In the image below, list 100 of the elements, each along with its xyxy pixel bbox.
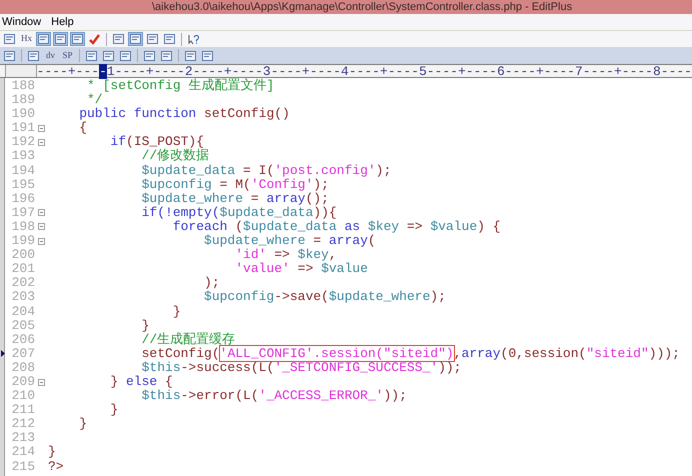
fold-toggle-icon[interactable] xyxy=(38,138,45,146)
code-line: } xyxy=(172,304,181,319)
toolbar-button[interactable] xyxy=(200,48,215,62)
code-line: foreach ($update_data as $key => $value) { xyxy=(172,220,501,234)
fold-toggle-icon[interactable] xyxy=(38,124,45,132)
line-number: 205 xyxy=(10,318,36,333)
code-line: if(IS_POST){ xyxy=(109,135,204,150)
document-icon xyxy=(120,50,131,60)
document-icon xyxy=(144,50,155,60)
toolbar-button[interactable] xyxy=(2,32,17,46)
line-number: 208 xyxy=(10,360,36,375)
code-line: } xyxy=(47,445,56,460)
code-line: //生成配置缓存 xyxy=(140,332,236,347)
line-number: 190 xyxy=(10,107,36,122)
toolbar-button[interactable] xyxy=(101,48,116,62)
code-line: } else { xyxy=(109,374,173,390)
code-line: $update_data = I('post.config'); xyxy=(140,164,392,178)
toolbar-button[interactable] xyxy=(159,48,174,62)
toolbar-button[interactable] xyxy=(111,32,126,46)
code-line: { xyxy=(78,121,88,136)
document-icon xyxy=(4,34,15,44)
line-number: 206 xyxy=(10,332,36,347)
ruler-scale: ----+----1----+----2----+----3----+----4----+----5----+----6----+----7----+----8---- xyxy=(36,64,692,78)
document-icon xyxy=(86,50,97,60)
line-number: 201 xyxy=(10,262,36,276)
checkmark-icon xyxy=(89,34,100,44)
line-number: 196 xyxy=(10,192,36,206)
window-title: \aikehou3.0\aikehou\Apps\Kgmanage\Controller\SystemController.class.php - EditPlus xyxy=(152,2,572,12)
line-number: 199 xyxy=(10,234,36,248)
code-line: $update_where = array(); xyxy=(140,192,329,206)
code-line: if(!empty($update_data)){ xyxy=(140,206,337,220)
line-number: 203 xyxy=(10,290,36,304)
document-icon xyxy=(38,34,49,44)
line-number: 207 xyxy=(10,346,36,361)
document-icon xyxy=(72,34,83,44)
toolbar-button[interactable] xyxy=(145,32,160,46)
code-line: $this->error(L('_ACCESS_ERROR_')); xyxy=(140,389,407,404)
toolbar-button[interactable] xyxy=(183,48,198,62)
code-line: ?> xyxy=(47,460,64,474)
line-number: 209 xyxy=(10,374,36,390)
code-line: $this->success(L('_SETCONFIG_SUCCESS_')); xyxy=(140,360,462,375)
toolbar-button[interactable] xyxy=(118,48,133,62)
toolbar-button[interactable]: SP xyxy=(60,48,75,62)
line-number: 197 xyxy=(10,206,36,220)
code-line: } xyxy=(140,318,150,333)
toolbar-button[interactable] xyxy=(87,32,102,46)
toolbar-button[interactable] xyxy=(70,32,85,46)
code-line: 'value' => $value xyxy=(234,262,368,276)
line-number: 214 xyxy=(10,445,36,460)
document-icon xyxy=(161,50,172,60)
line-number: 198 xyxy=(10,220,36,234)
toolbar-button[interactable] xyxy=(53,32,68,46)
document-icon xyxy=(113,34,124,44)
code-line: ); xyxy=(203,276,220,290)
toolbar-button[interactable] xyxy=(84,48,99,62)
toolbar-button[interactable] xyxy=(186,32,201,46)
document-icon xyxy=(202,50,213,60)
line-number: 212 xyxy=(10,417,36,432)
menu-item[interactable]: Window xyxy=(2,14,42,30)
toolbar-button[interactable] xyxy=(142,48,157,62)
line-number: 193 xyxy=(10,149,36,164)
code-line: } xyxy=(109,403,118,418)
line-number: 194 xyxy=(10,164,36,178)
menu-item[interactable]: Help xyxy=(51,14,74,30)
document-icon xyxy=(103,50,114,60)
toolbar-button[interactable]: dv xyxy=(43,48,58,62)
line-number: 192 xyxy=(10,135,36,150)
code-line: public function setConfig() xyxy=(78,107,290,122)
code-line: //修改数据 xyxy=(140,149,210,164)
document-icon xyxy=(4,50,15,60)
line-number: 191 xyxy=(10,121,36,136)
fold-toggle-icon[interactable] xyxy=(38,378,45,386)
line-number: 210 xyxy=(10,389,36,404)
line-number: 202 xyxy=(10,276,36,290)
code-line: * [setConfig 生成配置文件] xyxy=(86,79,274,94)
code-line: } xyxy=(78,417,88,432)
fold-toggle-icon[interactable] xyxy=(38,238,45,245)
code-line: $upconfig = M('Config'); xyxy=(140,178,329,192)
line-number: 211 xyxy=(10,403,36,418)
document-icon xyxy=(130,34,141,44)
toolbar-button[interactable]: Hx xyxy=(19,32,34,46)
line-number: 189 xyxy=(10,93,36,108)
document-icon xyxy=(185,50,196,60)
fold-toggle-icon[interactable] xyxy=(38,209,45,216)
line-number: 200 xyxy=(10,248,36,262)
toolbar-button[interactable] xyxy=(128,32,143,46)
code-line: setConfig('ALL_CONFIG'.session("siteid"),array(0,session("siteid"))); xyxy=(140,346,680,361)
document-icon xyxy=(164,34,175,44)
toolbar-button[interactable] xyxy=(162,32,177,46)
document-icon xyxy=(55,34,66,44)
toolbar-button[interactable] xyxy=(26,48,41,62)
line-number: 213 xyxy=(10,431,36,446)
toolbar-button[interactable] xyxy=(2,48,17,62)
line-number: 215 xyxy=(10,460,36,474)
fold-toggle-icon[interactable] xyxy=(38,223,45,230)
code-line: 'id' => $key, xyxy=(234,248,337,262)
line-number: 188 xyxy=(10,79,36,94)
toolbar-button[interactable] xyxy=(36,32,51,46)
code-line: $upconfig->save($update_where); xyxy=(203,290,446,304)
code-line: */ xyxy=(86,93,103,108)
